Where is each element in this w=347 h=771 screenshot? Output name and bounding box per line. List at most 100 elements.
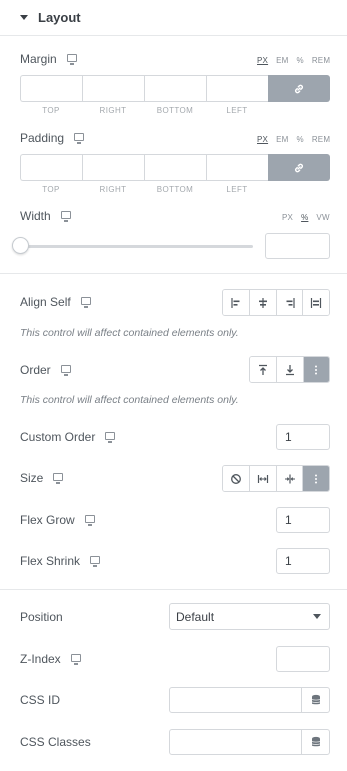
order-last-button[interactable]: [276, 357, 303, 382]
order-first-button[interactable]: [250, 357, 277, 382]
flex-shrink-label-row: Flex Shrink: [20, 554, 101, 568]
margin-label-row: Margin: [20, 52, 77, 66]
position-selected-value: Default: [176, 609, 215, 624]
align-self-buttons: [222, 289, 330, 316]
monitor-icon[interactable]: [60, 365, 71, 376]
more-vertical-icon: [315, 365, 318, 374]
margin-inputs: [20, 75, 330, 102]
monitor-icon[interactable]: [80, 297, 91, 308]
width-units: PX % VW: [282, 213, 330, 222]
unit-rem[interactable]: REM: [312, 56, 330, 65]
order-custom-button[interactable]: [302, 357, 329, 382]
side-label-top: TOP: [42, 106, 60, 115]
more-vertical-icon: [315, 474, 318, 483]
custom-order-input[interactable]: 1: [276, 424, 330, 450]
css-id-input[interactable]: [170, 688, 301, 712]
width-label-row: Width: [20, 209, 71, 223]
size-label-row: Size: [20, 471, 64, 485]
flex-shrink-input[interactable]: 1: [276, 548, 330, 574]
monitor-icon[interactable]: [66, 54, 77, 65]
unit-px[interactable]: PX: [257, 135, 268, 144]
align-stretch-button[interactable]: [302, 290, 329, 315]
padding-bottom-input[interactable]: [144, 154, 206, 181]
margin-units: PX EM % REM: [257, 56, 330, 65]
size-buttons: [222, 465, 330, 492]
align-start-button[interactable]: [223, 290, 250, 315]
layout-section-header[interactable]: Layout: [0, 0, 347, 36]
margin-side-labels: TOP RIGHT BOTTOM LEFT: [20, 106, 268, 115]
align-stretch-icon: [311, 297, 322, 308]
size-custom-button[interactable]: [302, 466, 329, 491]
side-label-right: RIGHT: [99, 185, 127, 194]
width-slider-track[interactable]: [20, 245, 253, 248]
margin-left-input[interactable]: [206, 75, 268, 102]
section-title: Layout: [38, 10, 81, 25]
layout-panel: Layout Margin PX EM % REM TOP RIGHT BOTT…: [0, 0, 347, 771]
padding-left-input[interactable]: [206, 154, 268, 181]
margin-bottom-input[interactable]: [144, 75, 206, 102]
dynamic-tags-button[interactable]: [301, 730, 329, 754]
side-label-left: LEFT: [226, 185, 248, 194]
align-center-icon: [259, 297, 268, 308]
unit-percent[interactable]: %: [296, 56, 303, 65]
margin-link-button[interactable]: [268, 75, 330, 102]
side-label-right: RIGHT: [99, 106, 127, 115]
unit-percent[interactable]: %: [301, 213, 308, 222]
size-shrink-button[interactable]: [275, 466, 303, 491]
monitor-icon[interactable]: [60, 211, 71, 222]
monitor-icon[interactable]: [84, 515, 95, 526]
align-end-button[interactable]: [275, 290, 303, 315]
width-label: Width: [20, 209, 51, 223]
database-icon: [311, 694, 320, 705]
size-grow-button[interactable]: [249, 466, 276, 491]
unit-px[interactable]: PX: [282, 213, 293, 222]
margin-label: Margin: [20, 52, 57, 66]
ban-icon: [231, 473, 242, 484]
size-none-button[interactable]: [223, 466, 250, 491]
database-icon: [311, 736, 320, 747]
css-classes-label: CSS Classes: [20, 735, 91, 749]
unit-em[interactable]: EM: [276, 135, 288, 144]
arrow-to-bottom-icon: [285, 364, 294, 375]
unit-percent[interactable]: %: [296, 135, 303, 144]
z-index-label: Z-Index: [20, 652, 61, 666]
padding-label: Padding: [20, 131, 65, 145]
padding-link-button[interactable]: [268, 154, 330, 181]
side-label-bottom: BOTTOM: [156, 185, 194, 194]
padding-side-labels: TOP RIGHT BOTTOM LEFT: [20, 185, 268, 194]
margin-right-input[interactable]: [82, 75, 144, 102]
monitor-icon[interactable]: [53, 473, 64, 484]
flex-grow-input[interactable]: 1: [276, 507, 330, 533]
css-classes-label-row: CSS Classes: [20, 735, 91, 749]
z-index-label-row: Z-Index: [20, 652, 81, 666]
width-slider-handle[interactable]: [12, 237, 29, 254]
monitor-icon[interactable]: [74, 133, 85, 144]
align-end-icon: [286, 297, 295, 308]
order-label-row: Order: [20, 363, 71, 377]
align-center-button[interactable]: [249, 290, 276, 315]
unit-vw[interactable]: VW: [316, 213, 329, 222]
dynamic-tags-button[interactable]: [301, 688, 329, 712]
unit-px[interactable]: PX: [257, 56, 268, 65]
align-self-hint: This control will affect contained eleme…: [20, 327, 239, 339]
width-input[interactable]: [265, 233, 330, 259]
unit-em[interactable]: EM: [276, 56, 288, 65]
order-label: Order: [20, 363, 51, 377]
monitor-icon[interactable]: [90, 556, 101, 567]
align-start-icon: [231, 297, 240, 308]
position-select[interactable]: Default: [169, 603, 330, 630]
side-label-left: LEFT: [226, 106, 248, 115]
flex-grow-label-row: Flex Grow: [20, 513, 95, 527]
monitor-icon[interactable]: [105, 432, 116, 443]
margin-top-input[interactable]: [20, 75, 82, 102]
css-classes-input[interactable]: [170, 730, 301, 754]
z-index-input[interactable]: [276, 646, 330, 672]
padding-top-input[interactable]: [20, 154, 82, 181]
monitor-icon[interactable]: [70, 654, 81, 665]
link-icon: [295, 163, 303, 172]
padding-right-input[interactable]: [82, 154, 144, 181]
caret-down-icon: [20, 15, 28, 20]
align-self-label: Align Self: [20, 295, 71, 309]
size-label: Size: [20, 471, 44, 485]
unit-rem[interactable]: REM: [312, 135, 330, 144]
